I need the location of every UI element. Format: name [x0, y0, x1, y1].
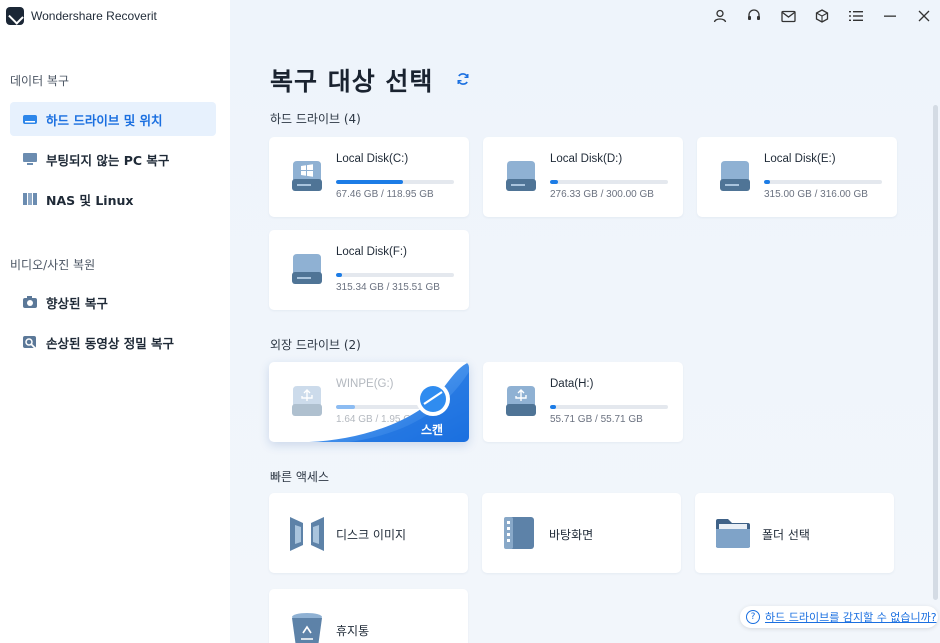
box-icon[interactable]	[812, 6, 832, 26]
minimize-icon[interactable]	[880, 6, 900, 26]
drive-name: Local Disk(C:)	[336, 153, 409, 165]
quick-access-label: 휴지통	[336, 624, 370, 638]
disk-image-icon	[290, 517, 324, 551]
sidebar: Wondershare Recoverit 데이터 복구 하드 드라이브 및 위…	[0, 0, 230, 643]
drive-size: 1.64 GB / 1.95 GB	[336, 414, 418, 425]
cannot-detect-drive-link[interactable]: ? 하드 드라이브를 감지할 수 없습니까?	[740, 606, 938, 628]
drive-size: 315.00 GB / 316.00 GB	[764, 189, 868, 200]
video-repair-icon	[23, 336, 36, 349]
drive-card-d[interactable]: Local Disk(D:) 276.33 GB / 300.00 GB	[483, 137, 683, 217]
refresh-icon[interactable]	[456, 72, 470, 86]
question-icon: ?	[746, 610, 760, 624]
camera-icon	[23, 296, 37, 308]
quick-access-select-folder[interactable]: 폴더 선택	[695, 493, 894, 573]
scan-magnifier-icon	[416, 382, 450, 416]
drive-size: 315.34 GB / 315.51 GB	[336, 282, 440, 293]
close-icon[interactable]	[914, 6, 934, 26]
hard-drive-windows-icon	[292, 161, 322, 191]
hard-drive-icon	[720, 161, 750, 191]
drive-card-c[interactable]: Local Disk(C:) 67.46 GB / 118.95 GB	[269, 137, 469, 217]
mail-icon[interactable]	[778, 6, 798, 26]
drive-card-e[interactable]: Local Disk(E:) 315.00 GB / 316.00 GB	[697, 137, 897, 217]
section-hard-drives: 하드 드라이브 (4)	[270, 112, 361, 126]
drive-usage-bar	[336, 180, 454, 184]
drive-size: 276.33 GB / 300.00 GB	[550, 189, 654, 200]
headset-icon[interactable]	[744, 6, 764, 26]
drive-usage-bar	[336, 273, 454, 277]
drive-name: Local Disk(E:)	[764, 153, 836, 165]
drive-icon	[23, 115, 37, 124]
drive-name: Local Disk(D:)	[550, 153, 623, 165]
drive-usage-bar	[550, 180, 668, 184]
page-title: 복구 대상 선택	[270, 67, 434, 96]
drive-name: WINPE(G:)	[336, 378, 394, 390]
sidebar-item-label: NAS 및 Linux	[46, 192, 134, 208]
recycle-bin-icon	[292, 613, 322, 643]
drive-usage-bar	[764, 180, 882, 184]
quick-access-label: 디스크 이미지	[336, 528, 407, 542]
drive-card-h[interactable]: Data(H:) 55.71 GB / 55.71 GB	[483, 362, 683, 442]
drive-usage-bar	[550, 405, 668, 409]
brand: Wondershare Recoverit	[6, 6, 157, 26]
quick-access-label: 바탕화면	[549, 528, 594, 542]
recoverit-logo-icon	[6, 7, 24, 25]
quick-access-desktop[interactable]: 바탕화면	[482, 493, 681, 573]
sidebar-item-label: 하드 드라이브 및 위치	[46, 112, 163, 128]
drive-card-g[interactable]: WINPE(G:) 1.64 GB / 1.95 GB 스캔	[269, 362, 469, 442]
user-icon[interactable]	[710, 6, 730, 26]
sidebar-item-nas-linux[interactable]: NAS 및 Linux	[10, 182, 216, 216]
sidebar-item-label: 향상된 복구	[46, 295, 108, 311]
hard-drive-icon	[506, 161, 536, 191]
drive-name: Local Disk(F:)	[336, 246, 407, 258]
folder-icon	[716, 519, 750, 548]
section-external-drives: 외장 드라이브 (2)	[270, 338, 361, 352]
sidebar-section-data-recovery: 데이터 복구	[10, 74, 70, 88]
drive-name: Data(H:)	[550, 378, 594, 390]
sidebar-item-hard-drive[interactable]: 하드 드라이브 및 위치	[10, 102, 216, 136]
quick-access-label: 폴더 선택	[762, 528, 810, 542]
sidebar-section-media-recovery: 비디오/사진 복원	[10, 258, 96, 272]
nas-icon	[23, 193, 37, 205]
menu-icon[interactable]	[846, 6, 866, 26]
drive-size: 67.46 GB / 118.95 GB	[336, 189, 434, 200]
sidebar-item-unbootable-pc[interactable]: 부팅되지 않는 PC 복구	[10, 142, 216, 176]
help-link-text: 하드 드라이브를 감지할 수 없습니까?	[765, 611, 937, 624]
main-scrollbar[interactable]	[933, 105, 938, 600]
sidebar-item-video-repair[interactable]: 손상된 동영상 정밀 복구	[10, 325, 216, 359]
usb-drive-icon	[292, 386, 322, 416]
monitor-icon	[23, 153, 37, 165]
sidebar-item-label: 부팅되지 않는 PC 복구	[46, 152, 170, 168]
scan-button[interactable]: 스캔	[421, 421, 443, 438]
drive-card-f[interactable]: Local Disk(F:) 315.34 GB / 315.51 GB	[269, 230, 469, 310]
section-quick-access: 빠른 액세스	[270, 470, 330, 484]
drive-size: 55.71 GB / 55.71 GB	[550, 414, 643, 425]
hard-drive-icon	[292, 254, 322, 284]
app-name: Wondershare Recoverit	[31, 9, 157, 23]
sidebar-item-label: 손상된 동영상 정밀 복구	[46, 335, 175, 351]
desktop-icon	[504, 517, 534, 549]
window-toolbar	[710, 6, 934, 26]
main-panel: 복구 대상 선택 하드 드라이브 (4) Local Disk(C:) 67.4…	[230, 0, 940, 643]
quick-access-recycle-bin[interactable]: 휴지통	[269, 589, 468, 643]
sidebar-item-enhanced-recovery[interactable]: 향상된 복구	[10, 285, 216, 319]
quick-access-disk-image[interactable]: 디스크 이미지	[269, 493, 468, 573]
usb-drive-icon	[506, 386, 536, 416]
